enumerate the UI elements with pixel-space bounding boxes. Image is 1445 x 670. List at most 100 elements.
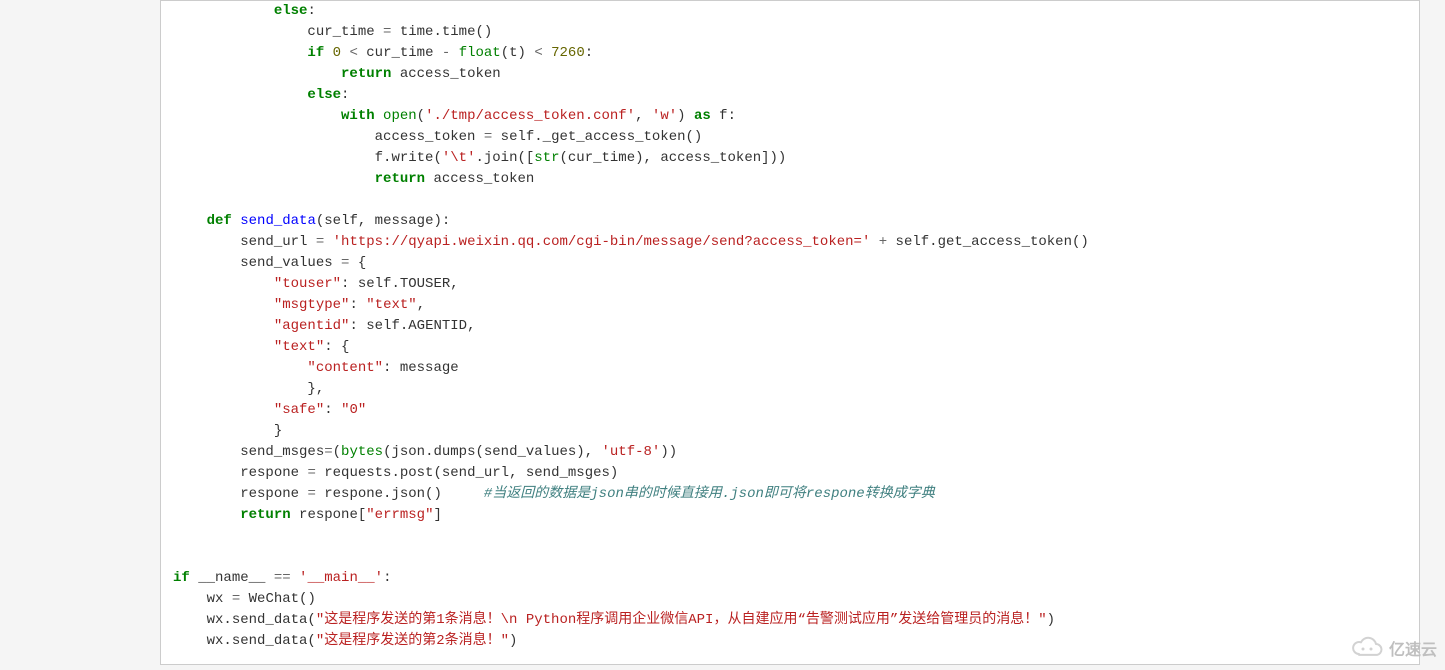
code-token: send_data bbox=[240, 213, 316, 229]
code-token: respone[ bbox=[291, 507, 367, 523]
code-token: = bbox=[307, 465, 315, 481]
code-token: def bbox=[207, 213, 232, 229]
code-token: }, bbox=[307, 381, 324, 397]
code-token: "这是程序发送的第1条消息！\n Python程序调用企业微信API，从自建应用… bbox=[316, 612, 1047, 628]
code-line: respone = respone.json() #当返回的数据是json串的时… bbox=[173, 486, 935, 502]
code-token: : self.TOUSER, bbox=[341, 276, 459, 292]
code-token: "errmsg" bbox=[366, 507, 433, 523]
code-token: "safe" bbox=[274, 402, 324, 418]
code-token: : bbox=[307, 3, 315, 19]
code-token: "text" bbox=[274, 339, 324, 355]
code-token: requests.post(send_url, send_msges) bbox=[316, 465, 618, 481]
code-token bbox=[450, 45, 458, 61]
code-token: (json.dumps(send_values), bbox=[383, 444, 601, 460]
code-line: }, bbox=[173, 381, 324, 397]
code-line: access_token = self._get_access_token() bbox=[173, 129, 702, 145]
code-content: else: cur_time = time.time() if 0 < cur_… bbox=[173, 1, 1407, 652]
code-token: f: bbox=[711, 108, 736, 124]
code-token: "touser" bbox=[274, 276, 341, 292]
code-line: respone = requests.post(send_url, send_m… bbox=[173, 465, 618, 481]
code-token: (cur_time), access_token])) bbox=[560, 150, 787, 166]
code-token: )) bbox=[660, 444, 677, 460]
code-token: = bbox=[484, 129, 492, 145]
code-token: '\t' bbox=[442, 150, 476, 166]
code-token: respone bbox=[240, 465, 307, 481]
code-token: == bbox=[274, 570, 291, 586]
code-token: : message bbox=[383, 360, 459, 376]
code-line: else: bbox=[173, 3, 316, 19]
code-token: cur_time bbox=[307, 24, 383, 40]
code-token: .join([ bbox=[475, 150, 534, 166]
code-token: ) bbox=[1047, 612, 1055, 628]
code-line: return access_token bbox=[173, 171, 534, 187]
code-token: as bbox=[694, 108, 711, 124]
code-token: access_token bbox=[425, 171, 534, 187]
code-token: __name__ bbox=[190, 570, 274, 586]
code-token bbox=[324, 234, 332, 250]
code-token: "msgtype" bbox=[274, 297, 350, 313]
code-line: return access_token bbox=[173, 66, 501, 82]
code-token: : bbox=[341, 87, 349, 103]
code-token bbox=[291, 570, 299, 586]
code-token: '__main__' bbox=[299, 570, 383, 586]
code-token: = bbox=[307, 486, 315, 502]
code-token: float bbox=[459, 45, 501, 61]
code-token: + bbox=[879, 234, 887, 250]
code-token: f.write( bbox=[375, 150, 442, 166]
code-token: return bbox=[240, 507, 290, 523]
code-token: = bbox=[316, 234, 324, 250]
code-block: else: cur_time = time.time() if 0 < cur_… bbox=[160, 0, 1420, 665]
code-token: : { bbox=[324, 339, 349, 355]
code-token: 'w' bbox=[652, 108, 677, 124]
code-token: else bbox=[274, 3, 308, 19]
code-token: "这是程序发送的第2条消息！" bbox=[316, 633, 509, 649]
code-token bbox=[543, 45, 551, 61]
code-token: : bbox=[383, 570, 391, 586]
code-line: "content": message bbox=[173, 360, 459, 376]
code-token: send_url bbox=[240, 234, 316, 250]
code-line: if 0 < cur_time - float(t) < 7260: bbox=[173, 45, 593, 61]
code-token: wx bbox=[207, 591, 232, 607]
code-token: = bbox=[232, 591, 240, 607]
code-token: : self.AGENTID, bbox=[349, 318, 475, 334]
code-token: ] bbox=[433, 507, 441, 523]
code-line: f.write('\t'.join([str(cur_time), access… bbox=[173, 150, 786, 166]
code-token: ) bbox=[509, 633, 517, 649]
code-token: access_token bbox=[391, 66, 500, 82]
code-token: wx.send_data( bbox=[207, 633, 316, 649]
code-token: open bbox=[383, 108, 417, 124]
code-token: < bbox=[534, 45, 542, 61]
code-token: 'utf-8' bbox=[602, 444, 661, 460]
code-token: ) bbox=[677, 108, 694, 124]
code-line: "touser": self.TOUSER, bbox=[173, 276, 459, 292]
code-token: './tmp/access_token.conf' bbox=[425, 108, 635, 124]
code-line: "agentid": self.AGENTID, bbox=[173, 318, 475, 334]
code-token: (self, message): bbox=[316, 213, 450, 229]
code-token: self._get_access_token() bbox=[492, 129, 702, 145]
code-line: "msgtype": "text", bbox=[173, 297, 425, 313]
code-token: (t) bbox=[501, 45, 535, 61]
code-line: wx.send_data("这是程序发送的第2条消息！") bbox=[173, 633, 517, 649]
code-token: if bbox=[307, 45, 324, 61]
code-token: "0" bbox=[341, 402, 366, 418]
code-token: = bbox=[324, 444, 332, 460]
code-line: def send_data(self, message): bbox=[173, 213, 450, 229]
code-token: WeChat() bbox=[240, 591, 316, 607]
code-token: cur_time bbox=[358, 45, 442, 61]
code-token bbox=[375, 108, 383, 124]
code-token: send_msges bbox=[240, 444, 324, 460]
code-token bbox=[324, 45, 332, 61]
code-token: 7260 bbox=[551, 45, 585, 61]
code-token bbox=[870, 234, 878, 250]
code-line: wx = WeChat() bbox=[173, 591, 316, 607]
code-token: access_token bbox=[375, 129, 484, 145]
code-token: < bbox=[349, 45, 357, 61]
code-token: ( bbox=[333, 444, 341, 460]
code-line: else: bbox=[173, 87, 349, 103]
code-token: send_values bbox=[240, 255, 341, 271]
code-token: with bbox=[341, 108, 375, 124]
code-token: : bbox=[585, 45, 593, 61]
code-token: respone bbox=[240, 486, 307, 502]
code-token: return bbox=[341, 66, 391, 82]
code-token: #当返回的数据是json串的时候直接用.json即可将respone转换成字典 bbox=[484, 486, 935, 502]
